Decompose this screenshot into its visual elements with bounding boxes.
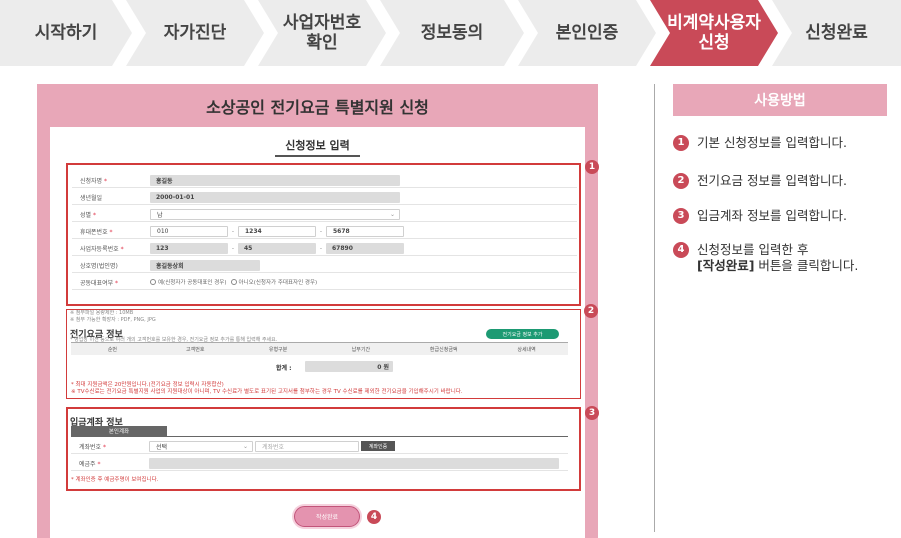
total-value: 0 원 [305, 361, 393, 372]
row-birth: 생년월일 2000-01-01 [72, 190, 577, 205]
guide-badge-1: 1 [673, 135, 689, 151]
application-form-panel: 소상공인 전기요금 특별지원 신청 신청정보 입력 신청자명 * 홍길동 생년월… [37, 84, 599, 538]
phone-field-1[interactable]: 010 [150, 225, 228, 237]
guide-item-1: 1 기본 신청정보를 입력합니다. [673, 135, 847, 151]
badge-1: 1 [585, 160, 599, 174]
step-label: 본인인증 [555, 23, 619, 43]
total-label: 합계 : [276, 365, 292, 372]
row-gender: 성별 * 남 ⌄ [72, 207, 577, 222]
guide-text-2: 전기요금 정보를 입력합니다. [697, 173, 847, 188]
guide-badge-4: 4 [673, 242, 689, 258]
bank-select[interactable]: 선택 ⌄ [149, 440, 253, 452]
row-applicant-name: 신청자명 * 홍길동 [72, 173, 577, 188]
tv-fee-note: ※ TV수신료는 전기요금 특별지원 사업의 지원대상이 아니며, TV 수신료… [71, 389, 463, 395]
row-company-name: 상호명(법인명) 홍길동상회 [72, 258, 577, 273]
joint-rep-label: 공동대표여부 [80, 279, 114, 287]
radio-yes[interactable] [150, 279, 156, 285]
bizno-field-3[interactable]: 67890 [326, 242, 404, 254]
col-customer-no: 고객번호 [186, 346, 205, 353]
col-no: 순번 [107, 346, 118, 353]
bank-tab-divider [71, 436, 568, 437]
row-joint-rep: 공동대표여부 * 예(신청자가 공동대표인 경우) 아니오(신청자가 주대표자인… [72, 275, 577, 290]
radio-yes-label: 예(신청자가 공동대표인 경우) [158, 280, 227, 286]
add-electric-info-button[interactable]: 전기요금 정보 추가 [486, 329, 559, 339]
row-phone: 휴대폰번호 * 010 - 1234 - 5678 [72, 224, 577, 239]
phone-label: 휴대폰번호 [80, 228, 108, 236]
step-start: 시작하기 [0, 0, 132, 66]
step-label: 시작하기 [34, 23, 98, 43]
form-tab: 신청정보 입력 [50, 137, 585, 157]
account-label: 계좌번호 [79, 443, 102, 451]
birth-label: 생년월일 [80, 194, 103, 202]
account-number-input[interactable]: 계좌번호 [255, 440, 359, 452]
guide-badge-2: 2 [673, 173, 689, 189]
step-consent: 정보동의 [380, 0, 524, 66]
col-detail: 상세내역 [517, 346, 536, 353]
company-field[interactable]: 홍길동상회 [150, 259, 260, 271]
guide-badge-3: 3 [673, 208, 689, 224]
form-tab-label: 신청정보 입력 [275, 139, 360, 157]
row-holder: 예금주 * [71, 456, 568, 471]
badge-2: 2 [584, 304, 598, 318]
bizno-label: 사업자등록번호 [80, 245, 119, 253]
gender-select[interactable]: 남 ⌄ [150, 208, 400, 220]
step-label: 자가진단 [163, 23, 227, 43]
electric-table-header: 순번 고객번호 유형구분 납부기간 환급신청금액 상세내역 [71, 342, 568, 355]
step-identity: 본인인증 [518, 0, 656, 66]
badge-3: 3 [585, 406, 599, 420]
own-account-tab[interactable]: 본인계좌 [71, 426, 167, 436]
birth-field[interactable]: 2000-01-01 [150, 191, 400, 203]
step-self-diagnosis: 자가진단 [126, 0, 264, 66]
step-label: 비계약사용자 신청 [667, 13, 761, 53]
guide-text-4-bold: [작성완료] [697, 258, 755, 273]
col-type: 유형구분 [268, 346, 288, 353]
guide-text-1: 기본 신청정보를 입력합니다. [697, 135, 847, 150]
submit-button[interactable]: 작성완료 [294, 506, 360, 527]
name-label: 신청자명 [80, 177, 103, 185]
holder-field [149, 457, 559, 469]
step-progress-bar: 시작하기 자가진단 사업자번호 확인 정보동의 본인인증 비계약사용자 신청 신… [0, 0, 901, 66]
form-title: 소상공인 전기요금 특별지원 신청 [206, 98, 429, 117]
guide-item-4: 4 신청정보를 입력한 후 [작성완료] 버튼을 클릭합니다. [673, 242, 858, 274]
guide-item-3: 3 입금계좌 정보를 입력합니다. [673, 208, 847, 224]
badge-4: 4 [367, 510, 381, 524]
step-label: 사업자번호 확인 [282, 13, 362, 53]
bizno-field-2[interactable]: 45 [238, 242, 316, 254]
guide-text-4b: 버튼을 클릭합니다. [754, 258, 859, 273]
col-period: 납부기간 [351, 346, 371, 353]
step-complete: 신청완료 [772, 0, 901, 66]
phone-field-2[interactable]: 1234 [238, 225, 316, 237]
holder-label: 예금주 [79, 460, 96, 468]
col-refund: 환급신청금액 [429, 346, 458, 353]
guide-title: 사용방법 [673, 84, 887, 116]
divider-line [654, 84, 655, 532]
guide-item-2: 2 전기요금 정보를 입력합니다. [673, 173, 847, 189]
row-business-number: 사업자등록번호 * 123 - 45 - 67890 [72, 241, 577, 256]
row-account: 계좌번호 * 선택 ⌄ 계좌번호 계좌인증 [71, 439, 568, 454]
company-label: 상호명(법인명) [80, 262, 118, 270]
chevron-down-icon: ⌄ [242, 442, 248, 450]
guide-text-3: 입금계좌 정보를 입력합니다. [697, 208, 847, 223]
radio-no[interactable] [230, 279, 237, 285]
holder-note: * 계좌인증 후 예금주명이 보여집니다. [71, 477, 159, 483]
guide-text-4a: 신청정보를 입력한 후 [697, 242, 809, 257]
step-label: 정보동의 [420, 23, 484, 43]
name-field[interactable]: 홍길동 [150, 174, 400, 186]
bizno-field-1[interactable]: 123 [150, 242, 228, 254]
radio-no-label: 아니오(신청자가 주대표자인 경우) [238, 280, 318, 286]
verify-account-button[interactable]: 계좌인증 [361, 441, 395, 451]
chevron-down-icon: ⌄ [389, 210, 395, 218]
gender-label: 성별 [80, 211, 92, 219]
step-label: 신청완료 [805, 23, 868, 43]
step-business-number: 사업자번호 확인 [258, 0, 386, 66]
max-support-note: * 최대 지원금액은 20만원입니다.(전기요금 정보 입력시 자동합산) [71, 382, 224, 388]
form-body: 신청정보 입력 신청자명 * 홍길동 생년월일 2000-01-01 성별 * … [50, 127, 599, 538]
phone-field-3[interactable]: 5678 [326, 225, 404, 237]
applicant-info-box: 신청자명 * 홍길동 생년월일 2000-01-01 성별 * 남 ⌄ 휴대폰번호… [66, 160, 599, 306]
step-non-contract-apply: 비계약사용자 신청 [650, 0, 778, 66]
